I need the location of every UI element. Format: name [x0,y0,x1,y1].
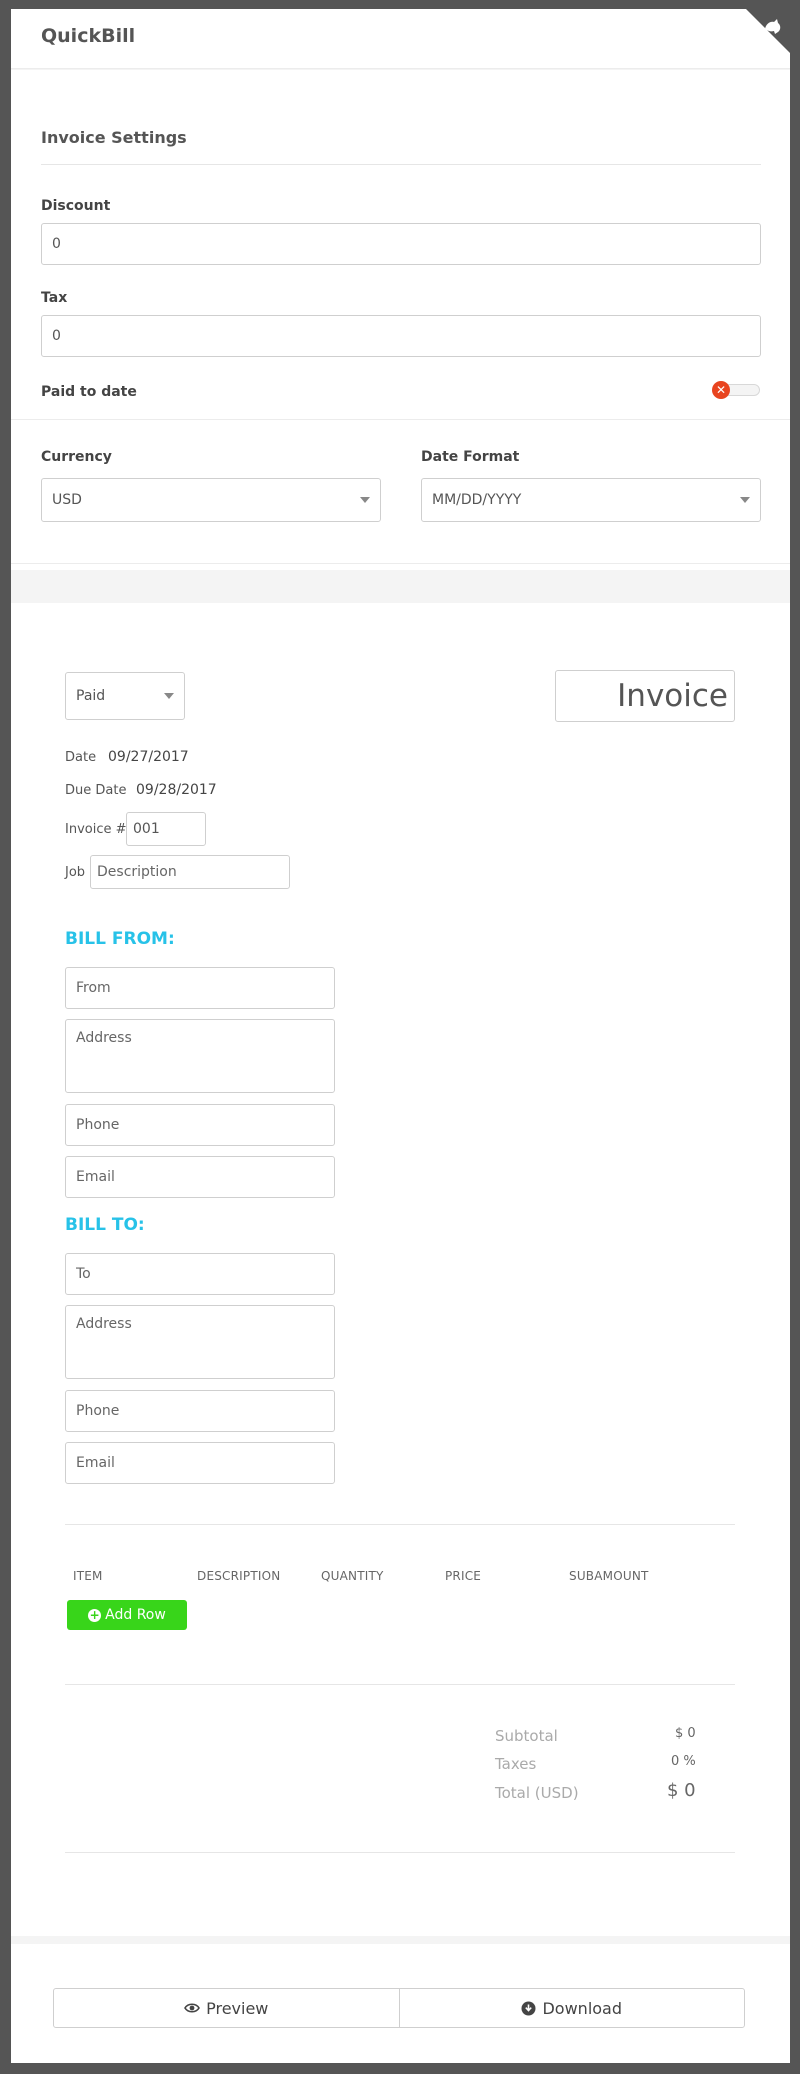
items-bottom-rule [65,1684,735,1685]
due-date-label: Due Date [65,783,127,798]
bill-from-address-input[interactable] [65,1019,335,1093]
taxes-value: 0 % [671,1754,696,1769]
github-cat-icon[interactable] [762,15,784,37]
items-top-rule [65,1524,735,1525]
due-date-value[interactable]: 09/28/2017 [136,782,217,798]
bill-to-to-input[interactable] [65,1253,335,1295]
date-label: Date [65,750,97,765]
paid-to-date-toggle[interactable]: ✕ [712,381,760,399]
app-window: QuickBill Invoice Settings Discount Tax … [11,9,790,2063]
tax-label: Tax [41,290,68,306]
bill-to-address-input[interactable] [65,1305,335,1379]
totals-bottom-rule [65,1852,735,1853]
footer-actions: Preview Download [11,1944,790,2063]
discount-label: Discount [41,198,111,214]
settings-title-rule [41,164,761,165]
total-value: $ 0 [667,1780,696,1801]
preview-label: Preview [206,1998,269,2018]
app-title: QuickBill [41,25,136,47]
taxes-label: Taxes [495,1755,537,1773]
date-format-label: Date Format [421,449,520,465]
bill-to-email-input[interactable] [65,1442,335,1484]
invoice-status-select[interactable]: Paid [65,672,185,720]
date-format-selected: MM/DD/YYYY [432,492,522,508]
chevron-down-icon [164,693,174,699]
discount-input[interactable] [41,223,761,265]
toggle-off-icon: ✕ [712,381,730,399]
column-header-subamount: SUBAMOUNT [569,1569,649,1583]
invoice-card: Paid Invoice Date 09/27/2017 Due Date 09… [11,603,790,1936]
subtotal-value: $ 0 [675,1726,696,1741]
column-header-description: DESCRIPTION [197,1569,281,1583]
download-label: Download [542,1998,623,2018]
date-format-select[interactable]: MM/DD/YYYY [421,478,761,522]
bill-to-heading: BILL TO: [65,1215,145,1235]
chevron-down-icon [360,497,370,503]
eye-icon [184,2003,201,2013]
tax-input[interactable] [41,315,761,357]
column-header-quantity: QUANTITY [321,1569,384,1583]
subtotal-label: Subtotal [495,1727,558,1745]
job-label: Job [65,865,86,880]
action-button-group: Preview Download [53,1988,745,2028]
invoice-number-input[interactable] [126,812,206,846]
invoice-title-field[interactable]: Invoice [555,670,735,722]
preview-button[interactable]: Preview [54,1989,399,2027]
currency-label: Currency [41,449,112,465]
add-row-label: Add Row [105,1607,166,1623]
bill-from-email-input[interactable] [65,1156,335,1198]
add-row-button[interactable]: + Add Row [67,1600,187,1630]
settings-divider [11,419,790,420]
top-bar: QuickBill [11,9,790,69]
currency-selected: USD [52,492,82,508]
invoice-number-label: Invoice # [65,822,127,837]
date-value[interactable]: 09/27/2017 [108,749,189,765]
download-button[interactable]: Download [398,1989,745,2027]
column-header-price: PRICE [445,1569,482,1583]
currency-select[interactable]: USD [41,478,381,522]
section-divider [11,563,790,564]
column-header-item: ITEM [73,1569,103,1583]
bill-to-phone-input[interactable] [65,1390,335,1432]
plus-circle-icon: + [88,1607,102,1622]
bill-from-heading: BILL FROM: [65,929,175,949]
job-description-input[interactable] [90,855,290,889]
paid-to-date-label: Paid to date [41,384,137,400]
bill-from-from-input[interactable] [65,967,335,1009]
download-circle-icon [521,2001,536,2015]
invoice-status-selected: Paid [76,688,106,704]
invoice-settings-panel: Invoice Settings Discount Tax Paid to da… [11,70,790,570]
chevron-down-icon [740,497,750,503]
settings-title: Invoice Settings [41,128,187,147]
bill-from-phone-input[interactable] [65,1104,335,1146]
total-label: Total (USD) [495,1784,579,1802]
